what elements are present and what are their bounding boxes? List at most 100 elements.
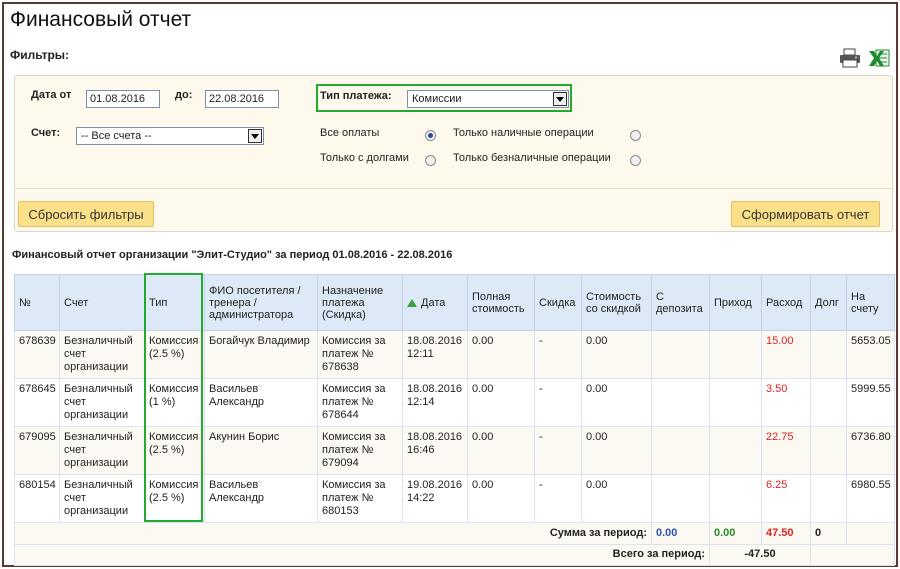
- cell-discount: -: [534, 426, 582, 475]
- radio-all[interactable]: [425, 130, 436, 141]
- excel-icon[interactable]: [868, 47, 890, 69]
- sum-deposit: 0.00: [651, 522, 710, 545]
- cell-expense: 22.75: [761, 426, 811, 475]
- radio-all-label: Все оплаты: [320, 127, 380, 139]
- report-window: Финансовый отчет Фильтры: Дата от до: Ти…: [2, 2, 898, 567]
- cell-num: 678645: [14, 378, 60, 427]
- cell-type: Комиссия (1 %): [144, 378, 205, 427]
- col-header-account[interactable]: Счет: [59, 274, 145, 331]
- radio-noncash[interactable]: [630, 155, 641, 166]
- cell-num: 678639: [14, 330, 60, 379]
- sum-empty: [846, 522, 895, 545]
- cell-full: 0.00: [467, 330, 535, 379]
- chevron-down-icon: [553, 92, 567, 106]
- col-header-balance[interactable]: На счету: [846, 274, 895, 331]
- reset-filters-button[interactable]: Сбросить фильтры: [18, 201, 154, 227]
- table-row[interactable]: 678645 Безналичный счет организации Коми…: [14, 378, 895, 427]
- col-header-deposit[interactable]: С депозита: [651, 274, 710, 331]
- cell-person: Васильев Александр: [204, 378, 318, 427]
- table-row[interactable]: 680154 Безналичный счет организации Коми…: [14, 474, 895, 523]
- cell-discounted: 0.00: [581, 330, 652, 379]
- generate-report-button[interactable]: Сформировать отчет: [731, 201, 880, 227]
- cell-date: 18.08.2016 12:11: [402, 330, 468, 379]
- col-header-type[interactable]: Тип: [144, 274, 205, 331]
- cell-income: [709, 474, 762, 523]
- cell-expense: 3.50: [761, 378, 811, 427]
- col-header-discount[interactable]: Скидка: [534, 274, 582, 331]
- total-empty: [810, 544, 895, 566]
- col-header-person[interactable]: ФИО посетителя / тренера / администратор…: [204, 274, 318, 331]
- col-header-income[interactable]: Приход: [709, 274, 762, 331]
- sum-debt: 0: [810, 522, 847, 545]
- radio-debts-label: Только с долгами: [320, 152, 409, 164]
- date-to-input[interactable]: [205, 90, 279, 108]
- cell-discount: -: [534, 474, 582, 523]
- col-header-date-label: Дата: [421, 296, 446, 309]
- cell-balance: 5653.05: [846, 330, 895, 379]
- radio-debts[interactable]: [425, 155, 436, 166]
- col-header-date[interactable]: Дата: [402, 274, 468, 331]
- sum-income: 0.00: [709, 522, 762, 545]
- sum-expense: 47.50: [761, 522, 811, 545]
- cell-income: [709, 378, 762, 427]
- cell-type: Комиссия (2.5 %): [144, 426, 205, 475]
- cell-balance: 6980.55: [846, 474, 895, 523]
- cell-account: Безналичный счет организации: [59, 426, 145, 475]
- cell-deposit: [651, 330, 710, 379]
- cell-discount: -: [534, 330, 582, 379]
- cell-debt: [810, 426, 847, 475]
- cell-income: [709, 426, 762, 475]
- cell-debt: [810, 474, 847, 523]
- cell-account: Безналичный счет организации: [59, 330, 145, 379]
- cell-type: Комиссия (2.5 %): [144, 330, 205, 379]
- cell-purpose: Комиссия за платеж № 680153: [317, 474, 403, 523]
- total-row: Всего за период: -47.50: [14, 544, 895, 566]
- col-header-purpose[interactable]: Назначение платежа (Скидка): [317, 274, 403, 331]
- cell-account: Безналичный счет организации: [59, 378, 145, 427]
- cell-purpose: Комиссия за платеж № 678638: [317, 330, 403, 379]
- cell-discount: -: [534, 378, 582, 427]
- col-header-num[interactable]: №: [14, 274, 60, 331]
- cell-discounted: 0.00: [581, 378, 652, 427]
- payment-type-value: Комиссии: [412, 93, 462, 105]
- payment-type-select[interactable]: Комиссии: [407, 90, 569, 108]
- table-row[interactable]: 679095 Безналичный счет организации Коми…: [14, 426, 895, 475]
- cell-purpose: Комиссия за платеж № 679094: [317, 426, 403, 475]
- cell-expense: 6.25: [761, 474, 811, 523]
- cell-balance: 6736.80: [846, 426, 895, 475]
- chevron-down-icon: [248, 129, 262, 143]
- filters-title: Фильтры:: [10, 48, 70, 62]
- cell-debt: [810, 330, 847, 379]
- cell-full: 0.00: [467, 378, 535, 427]
- col-header-discounted[interactable]: Стоимость со скидкой: [581, 274, 652, 331]
- printer-icon[interactable]: [839, 48, 861, 68]
- cell-person: Богайчук Владимир: [204, 330, 318, 379]
- cell-person: Акунин Борис: [204, 426, 318, 475]
- filters-divider: [15, 188, 892, 189]
- cell-date: 19.08.2016 14:22: [402, 474, 468, 523]
- cell-purpose: Комиссия за платеж № 678644: [317, 378, 403, 427]
- col-header-expense[interactable]: Расход: [761, 274, 811, 331]
- date-from-label: Дата от: [31, 89, 72, 101]
- col-header-full[interactable]: Полная стоимость: [467, 274, 535, 331]
- date-to-label: до:: [175, 89, 193, 101]
- filters-panel: Дата от до: Тип платежа: Комиссии Счет: …: [14, 75, 893, 232]
- date-from-input[interactable]: [86, 90, 160, 108]
- cell-deposit: [651, 378, 710, 427]
- cell-account: Безналичный счет организации: [59, 474, 145, 523]
- cell-discounted: 0.00: [581, 426, 652, 475]
- sum-label: Сумма за период:: [14, 522, 652, 545]
- sum-row: Сумма за период: 0.00 0.00 47.50 0: [14, 522, 895, 545]
- table-header-row: № Счет Тип ФИО посетителя / тренера / ад…: [14, 274, 895, 331]
- cell-full: 0.00: [467, 426, 535, 475]
- col-header-debt[interactable]: Долг: [810, 274, 847, 331]
- cell-num: 679095: [14, 426, 60, 475]
- table-row[interactable]: 678639 Безналичный счет организации Коми…: [14, 330, 895, 379]
- cell-discounted: 0.00: [581, 474, 652, 523]
- cell-income: [709, 330, 762, 379]
- cell-deposit: [651, 474, 710, 523]
- radio-cash-label: Только наличные операции: [453, 127, 594, 139]
- cell-date: 18.08.2016 12:14: [402, 378, 468, 427]
- account-select[interactable]: -- Все счета --: [76, 127, 264, 145]
- radio-cash[interactable]: [630, 130, 641, 141]
